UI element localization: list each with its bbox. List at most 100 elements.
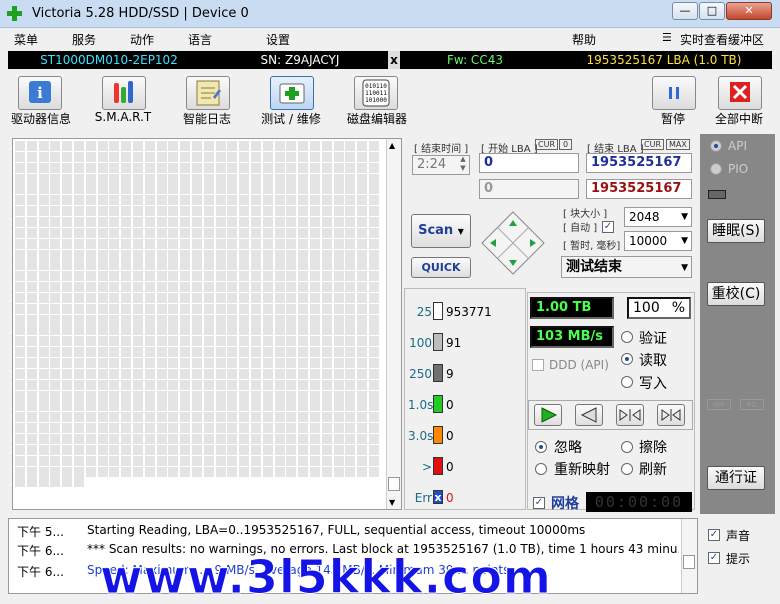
block-cell (298, 444, 309, 455)
close-button[interactable]: ✕ (726, 2, 772, 20)
block-cell (109, 206, 120, 217)
maximize-button[interactable]: □ (699, 2, 725, 20)
grid-checkbox[interactable]: ✓ (533, 497, 545, 509)
menu-item-action[interactable]: 动作 (130, 31, 154, 48)
block-cell (321, 303, 332, 314)
auto-checkbox[interactable]: ✓ (602, 221, 614, 233)
mode-write-radio[interactable] (621, 376, 633, 388)
block-cell (333, 314, 344, 325)
menu-item-menu[interactable]: 菜单 (14, 31, 38, 48)
block-cell (203, 292, 214, 303)
block-cell (203, 336, 214, 347)
end-button[interactable] (657, 404, 685, 426)
block-cell (50, 227, 61, 238)
skip-button[interactable] (616, 404, 644, 426)
end-cur-button[interactable]: CUR (641, 139, 664, 150)
play-button[interactable] (534, 404, 562, 426)
block-cell (251, 347, 261, 358)
sleep-button[interactable]: 睡眠(S) (707, 219, 765, 243)
block-cell (109, 401, 120, 412)
timeout-select[interactable]: 10000 ▼ (624, 231, 692, 251)
action-remap-radio[interactable] (535, 463, 547, 475)
block-cell (298, 260, 309, 271)
menu-item-language[interactable]: 语言 (188, 31, 212, 48)
minimize-button[interactable]: — (672, 2, 698, 20)
live-cache-link[interactable]: 实时查看缓冲区 (680, 31, 764, 48)
end-time-spinner[interactable]: ▲ ▼ (456, 155, 470, 175)
recalibrate-button[interactable]: 重校(C) (707, 282, 765, 306)
scroll-down-icon[interactable]: ▼ (389, 498, 395, 507)
test-status-select[interactable]: 测试结束 ▼ (561, 256, 692, 278)
action-ignore-radio[interactable] (535, 441, 547, 453)
block-cell (286, 379, 297, 390)
test-repair-button[interactable] (270, 76, 314, 110)
log-row: 下午 5... Starting Reading, LBA=0..1953525… (9, 521, 679, 540)
action-erase-radio[interactable] (621, 441, 633, 453)
block-cell (369, 260, 379, 271)
start-cur-button[interactable]: CUR (535, 139, 558, 150)
log-scroll-thumb[interactable] (683, 555, 695, 569)
block-cell (262, 260, 273, 271)
block-cell (286, 195, 297, 206)
block-cell (215, 173, 226, 184)
block-cell (144, 336, 155, 347)
block-cell (369, 282, 379, 293)
block-cell (215, 303, 226, 314)
start-zero-button[interactable]: 0 (559, 139, 573, 150)
passport-button[interactable]: 通行证 (707, 466, 765, 490)
block-cell (274, 303, 285, 314)
menu-item-settings[interactable]: 设置 (266, 31, 290, 48)
block-cell (38, 433, 49, 444)
block-cell (144, 173, 155, 184)
watermark-text: www.3l5kkk.com (100, 550, 552, 604)
block-map-scrollbar[interactable]: ▲ ▼ (386, 139, 401, 509)
direction-pad[interactable] (480, 210, 546, 276)
menu-item-service[interactable]: 服务 (72, 31, 96, 48)
block-cell (286, 227, 297, 238)
pio-radio[interactable] (710, 163, 722, 175)
block-cell (357, 151, 368, 162)
block-cell (298, 466, 309, 477)
block-cell (168, 195, 179, 206)
block-cell (215, 249, 226, 260)
start-lba-field[interactable]: 0 (479, 153, 579, 173)
stat-count: 953771 (446, 305, 492, 319)
scroll-thumb[interactable] (388, 477, 400, 491)
test-repair-label: 测试 / 维修 (261, 112, 321, 126)
smart-log-button[interactable] (186, 76, 230, 110)
scroll-up-icon[interactable]: ▲ (389, 141, 395, 150)
end-max-button[interactable]: MAX (666, 139, 690, 150)
scan-button[interactable]: Scan ▼ (411, 214, 471, 248)
stop-all-label: 全部中断 (714, 112, 763, 126)
block-cell (74, 336, 84, 347)
sound-checkbox[interactable]: ✓ (708, 529, 720, 541)
drive-info-close[interactable]: x (388, 51, 400, 69)
block-cell (109, 260, 120, 271)
hint-checkbox[interactable]: ✓ (708, 552, 720, 564)
smart-button[interactable] (102, 76, 146, 110)
block-cell (62, 347, 73, 358)
reverse-button[interactable] (575, 404, 603, 426)
block-size-select[interactable]: 2048 ▼ (624, 207, 692, 227)
block-cell (357, 216, 368, 227)
menu-item-help[interactable]: 帮助 (572, 31, 596, 48)
mode-verify-radio[interactable] (621, 331, 633, 343)
log-scrollbar[interactable] (681, 519, 697, 593)
action-refresh-radio[interactable] (621, 463, 633, 475)
api-radio[interactable] (710, 140, 722, 152)
quick-button[interactable]: QUICK (411, 257, 471, 278)
block-cell (274, 368, 285, 379)
pause-button[interactable] (652, 76, 696, 110)
drive-info-label: 驱动器信息 (10, 112, 71, 126)
block-cell (239, 390, 250, 401)
stop-all-button[interactable] (718, 76, 762, 110)
mode-read-radio[interactable] (621, 353, 633, 365)
drive-info-button[interactable]: i (18, 76, 62, 110)
disk-editor-button[interactable]: 010110 110011 101000 (354, 76, 398, 110)
block-cell (251, 141, 261, 151)
block-cell (262, 162, 273, 173)
ddd-api-checkbox[interactable] (532, 359, 544, 371)
block-cell (121, 390, 132, 401)
end-lba-field[interactable]: 1953525167 (586, 153, 692, 173)
block-cell (321, 151, 332, 162)
